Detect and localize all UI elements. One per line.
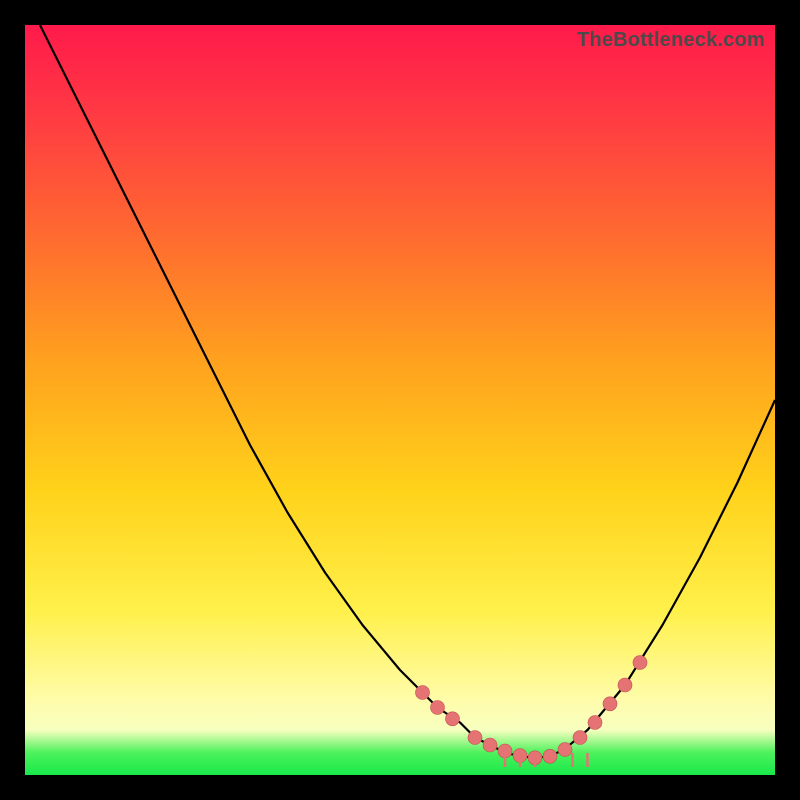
marker-dot <box>573 731 587 745</box>
marker-dot <box>431 701 445 715</box>
marker-dots <box>416 656 648 765</box>
chart-frame: TheBottleneck.com <box>25 25 775 775</box>
chart-svg <box>25 25 775 775</box>
marker-dot <box>588 716 602 730</box>
marker-dot <box>633 656 647 670</box>
marker-dot <box>543 749 557 763</box>
marker-dot <box>446 712 460 726</box>
marker-dot <box>416 686 430 700</box>
marker-dot <box>483 738 497 752</box>
marker-dot <box>618 678 632 692</box>
marker-dot <box>558 743 572 757</box>
marker-dot <box>603 697 617 711</box>
curve-line <box>40 25 775 758</box>
marker-dot <box>468 731 482 745</box>
